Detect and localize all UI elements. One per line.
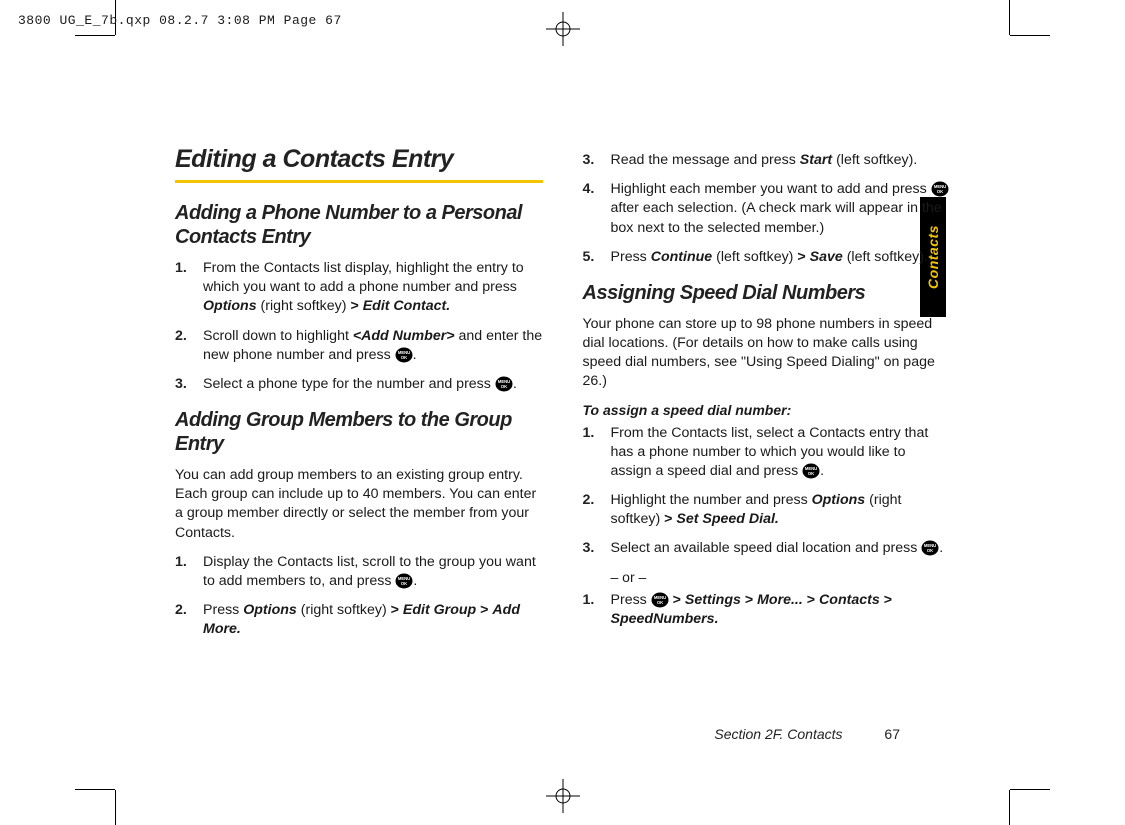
steps-add-phone: From the Contacts list display, highligh… [175,259,543,394]
svg-text:OK: OK [937,189,943,194]
sd-step-2: Highlight the number and press Options (… [583,491,951,529]
step-3: Select a phone type for the number and p… [175,375,543,394]
step-2: Scroll down to highlight <Add Number> an… [175,327,543,365]
page-title: Editing a Contacts Entry [175,145,543,183]
crop-mark [75,35,115,36]
cont-step-3: Read the message and press Start (left s… [583,151,951,170]
left-column: Editing a Contacts Entry Adding a Phone … [175,145,543,649]
svg-text:OK: OK [808,471,814,476]
page-footer: Section 2F. Contacts 67 [714,726,900,742]
cont-step-4: Highlight each member you want to add an… [583,180,951,238]
right-column: Read the message and press Start (left s… [583,145,951,649]
crop-mark [1009,790,1010,825]
subhead-add-phone: Adding a Phone Number to a Personal Cont… [175,201,543,249]
sd-alt-step-1: Press MENUOK > Settings > More... > [583,591,951,629]
steps-speed-dial: From the Contacts list, select a Contact… [583,424,951,559]
steps-add-group: Display the Contacts list, scroll to the… [175,553,543,640]
svg-text:OK: OK [501,384,507,389]
svg-text:OK: OK [401,355,407,360]
group-step-2: Press Options (right softkey) > Edit Gro… [175,601,543,639]
menu-ok-icon: MENUOK [395,346,413,364]
step-1: From the Contacts list display, highligh… [175,259,543,317]
paragraph-speed-dial-intro: Your phone can store up to 98 phone numb… [583,315,951,392]
paragraph-group-intro: You can add group members to an existing… [175,466,543,543]
steps-continued: Read the message and press Start (left s… [583,151,951,267]
subhead-speed-dial: Assigning Speed Dial Numbers [583,281,951,305]
crop-mark [75,789,115,790]
menu-ok-icon: MENUOK [495,375,513,393]
prepress-header: 3800 UG_E_7b.qxp 08.2.7 3:08 PM Page 67 [18,13,342,28]
page-body: Contacts Editing a Contacts Entry Adding… [115,35,1010,790]
crop-mark [1010,789,1050,790]
menu-ok-icon: MENUOK [921,539,939,557]
steps-speed-dial-alt: Press MENUOK > Settings > More... > [583,591,951,629]
footer-section: Section 2F. Contacts [714,726,842,742]
crop-mark [1010,35,1050,36]
svg-text:OK: OK [401,581,407,586]
footer-page-number: 67 [884,726,900,742]
sd-step-1: From the Contacts list, select a Contact… [583,424,951,482]
sd-step-3: Select an available speed dial location … [583,539,951,558]
menu-ok-icon: MENUOK [802,462,820,480]
crop-mark [1009,0,1010,35]
subhead-add-group: Adding Group Members to the Group Entry [175,408,543,456]
cont-step-5: Press Continue (left softkey) > Save (le… [583,248,951,267]
group-step-1: Display the Contacts list, scroll to the… [175,553,543,591]
svg-text:OK: OK [927,548,933,553]
svg-text:OK: OK [657,600,663,605]
crop-mark [115,790,116,825]
menu-ok-icon: MENUOK [931,180,949,198]
menu-ok-icon: MENUOK [651,591,669,609]
menu-ok-icon: MENUOK [395,572,413,590]
lead-speed-dial: To assign a speed dial number: [583,402,951,418]
or-separator: – or – [611,569,951,585]
